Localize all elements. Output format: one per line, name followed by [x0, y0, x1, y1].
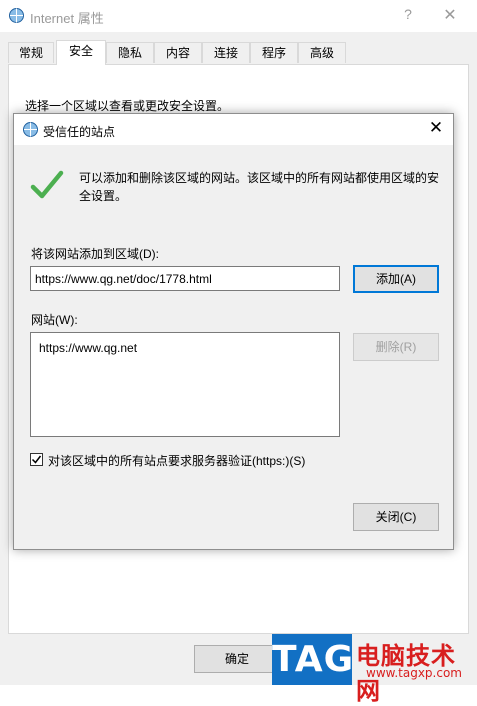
outer-close-button[interactable]: ✕ [440, 5, 460, 25]
close-button[interactable]: 关闭(C) [353, 503, 439, 531]
help-button[interactable]: ? [398, 6, 418, 22]
https-checkbox-label[interactable]: 对该区域中的所有站点要求服务器验证(https:)(S) [48, 452, 305, 469]
websites-label: 网站(W): [31, 313, 78, 327]
list-item[interactable]: https://www.qg.net [39, 341, 137, 355]
checkbox-tick-icon [31, 455, 42, 464]
site-url-input[interactable] [30, 266, 340, 291]
watermark-url: www.tagxp.com [366, 666, 462, 680]
add-button[interactable]: 添加(A) [353, 265, 439, 293]
dialog-title: 受信任的站点 [43, 125, 116, 139]
tab-privacy[interactable]: 隐私 [106, 42, 154, 63]
tab-connections[interactable]: 连接 [202, 42, 250, 63]
internet-globe-icon [23, 122, 38, 137]
outer-titlebar: Internet 属性 ? ✕ [0, 0, 477, 32]
checkmark-icon [30, 170, 64, 199]
zone-instruction-text: 选择一个区域以查看或更改安全设置。 [25, 99, 230, 113]
ok-button[interactable]: 确定 [194, 645, 280, 673]
dialog-titlebar: 受信任的站点 ✕ [14, 114, 453, 145]
tab-content[interactable]: 内容 [154, 42, 202, 63]
watermark: TAG 电脑技术网 www.tagxp.com [272, 634, 477, 705]
watermark-logo: TAG [272, 634, 353, 685]
trusted-sites-dialog: 受信任的站点 ✕ 可以添加和删除该区域的网站。该区域中的所有网站都使用区域的安全… [13, 113, 454, 550]
tab-security[interactable]: 安全 [56, 40, 106, 65]
dialog-close-button[interactable]: ✕ [426, 118, 446, 138]
dialog-intro-text: 可以添加和删除该区域的网站。该区域中的所有网站都使用区域的安全设置。 [79, 171, 440, 203]
tab-general[interactable]: 常规 [8, 42, 54, 63]
outer-window-title: Internet 属性 [30, 11, 104, 26]
internet-globe-icon [9, 8, 24, 23]
websites-list[interactable]: https://www.qg.net [30, 332, 340, 437]
remove-button[interactable]: 删除(R) [353, 333, 439, 361]
add-site-label: 将该网站添加到区域(D): [31, 247, 159, 261]
https-checkbox[interactable] [30, 453, 43, 466]
tab-programs[interactable]: 程序 [250, 42, 298, 63]
tab-advanced[interactable]: 高级 [298, 42, 346, 63]
